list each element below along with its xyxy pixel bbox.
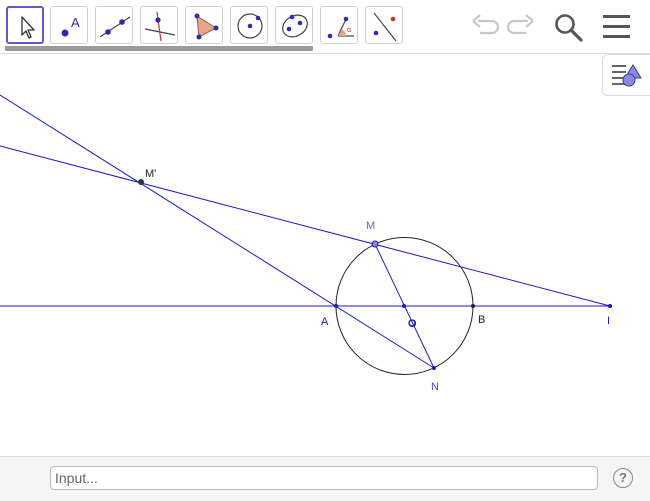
reflect-tool-button[interactable] — [365, 6, 403, 44]
toolbar: A α — [0, 0, 650, 54]
svg-text:A: A — [71, 15, 80, 30]
svg-text:α: α — [347, 27, 351, 34]
point-tool-button[interactable]: A — [50, 6, 88, 44]
help-button[interactable]: ? — [613, 468, 633, 488]
point-n[interactable] — [432, 366, 436, 370]
line-tool-button[interactable] — [95, 6, 133, 44]
hamburger-menu-icon[interactable] — [602, 14, 632, 40]
point-a[interactable] — [334, 304, 338, 308]
move-tool-button[interactable] — [6, 6, 44, 44]
label-b: B — [478, 314, 485, 326]
toolbar-scrollbar[interactable] — [5, 46, 313, 51]
perpendicular-line-tool-button[interactable] — [140, 6, 178, 44]
ellipse-tool-button[interactable] — [275, 6, 313, 44]
line-through-m-prime-i[interactable] — [0, 145, 611, 307]
redo-icon[interactable] — [506, 12, 536, 40]
search-icon[interactable] — [553, 12, 585, 44]
arrow-cursor-icon — [21, 16, 35, 39]
circle-tool-button[interactable] — [230, 6, 268, 44]
algebra-input-field[interactable] — [50, 466, 598, 490]
label-m-prime: M' — [145, 168, 156, 180]
angle-icon: α — [327, 16, 354, 39]
label-a: A — [321, 316, 329, 328]
polygon-tool-button[interactable] — [185, 6, 223, 44]
input-bar: ? — [0, 456, 650, 501]
line-through-two-points-icon — [99, 16, 131, 38]
graphics-view[interactable]: M' M A O B I N — [0, 54, 650, 456]
point-icon: A — [61, 15, 80, 37]
point-m[interactable] — [371, 240, 379, 248]
label-m: M — [366, 220, 375, 232]
point-i[interactable] — [608, 304, 612, 308]
point-m-prime[interactable] — [138, 179, 144, 185]
undo-icon[interactable] — [470, 12, 500, 40]
ellipse-icon — [282, 14, 308, 38]
label-n: N — [431, 381, 439, 393]
label-i: I — [607, 315, 610, 327]
label-o: O — [408, 318, 417, 330]
angle-tool-button[interactable]: α — [320, 6, 358, 44]
circle-with-center-icon — [237, 13, 263, 39]
polygon-icon — [194, 13, 219, 40]
point-b[interactable] — [471, 304, 475, 308]
perpendicular-line-icon — [144, 11, 176, 42]
reflect-about-line-icon — [373, 12, 397, 42]
point-center[interactable] — [402, 304, 406, 308]
